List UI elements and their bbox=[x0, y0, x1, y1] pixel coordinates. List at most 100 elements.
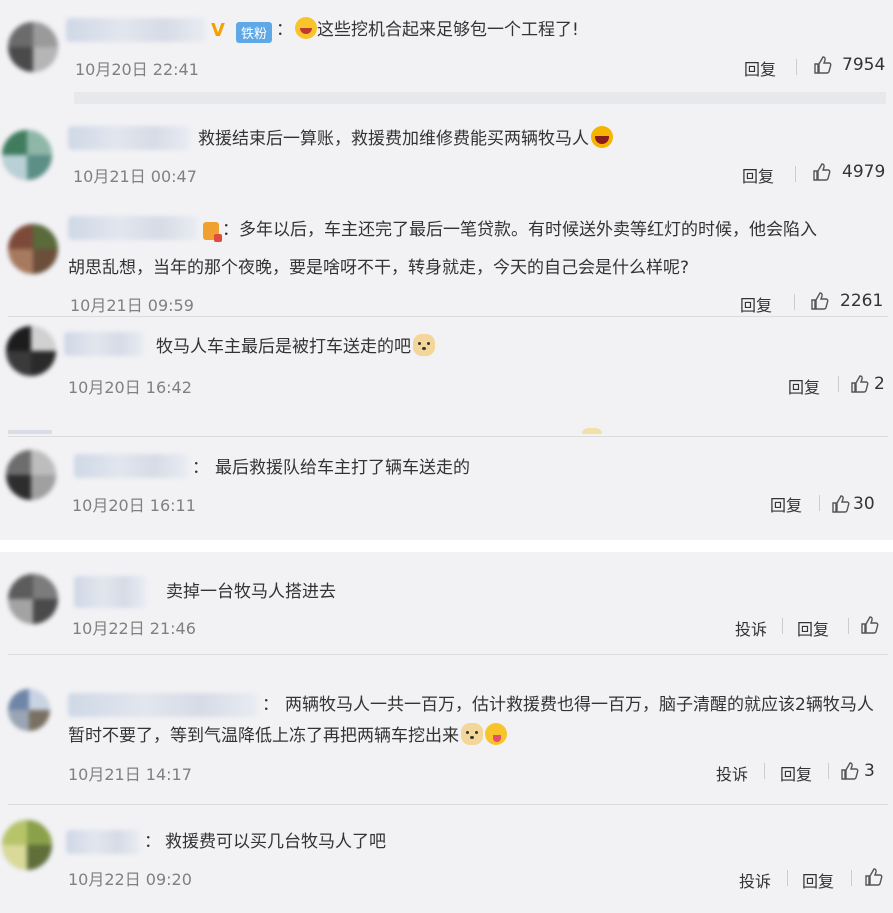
reply-button[interactable]: 回复 bbox=[770, 492, 802, 516]
comment-divider bbox=[8, 436, 888, 437]
collapsed-reply-bar bbox=[74, 92, 886, 104]
like-count: 2 bbox=[874, 374, 885, 394]
vip-badge-icon: V bbox=[211, 20, 225, 41]
comment-item: 卖掉一台牧马人搭进去 10月22日 21:46 投诉 回复 bbox=[0, 560, 893, 652]
avatar[interactable] bbox=[8, 574, 58, 624]
comment-item: ：救援费可以买几台牧马人了吧 10月22日 09:20 投诉 回复 bbox=[0, 808, 893, 913]
divider bbox=[794, 294, 795, 310]
comment-item: ：多年以后，车主还完了最后一笔贷款。有时候送外卖等红灯的时候，他会陷入 胡思乱想… bbox=[0, 200, 893, 315]
comment-timestamp: 10月22日 09:20 bbox=[68, 870, 192, 889]
divider bbox=[838, 376, 839, 392]
comment-text: 牧马人车主最后是被打车送走的吧 bbox=[156, 331, 435, 363]
comment-item: 救援结束后一算账，救援费加维修费能买两辆牧马人 10月21日 00:47 回复 … bbox=[0, 110, 893, 200]
thumbs-up-icon[interactable] bbox=[812, 162, 832, 182]
divider bbox=[795, 166, 796, 182]
reply-button[interactable]: 回复 bbox=[744, 56, 776, 80]
reply-button[interactable]: 回复 bbox=[740, 292, 772, 316]
username[interactable] bbox=[68, 693, 258, 717]
username[interactable] bbox=[66, 18, 206, 42]
comment-prefix: ： bbox=[262, 695, 279, 715]
avatar[interactable] bbox=[8, 689, 50, 731]
comment-text-line2: 暂时不要了，等到气温降低上冻了再把两辆车挖出来 bbox=[68, 720, 507, 752]
comment-body: 救援费可以买几台牧马人了吧 bbox=[165, 832, 386, 852]
thumbs-up-icon[interactable] bbox=[850, 374, 870, 394]
thumbs-up-icon[interactable] bbox=[813, 55, 833, 75]
comment-body: 救援结束后一算账，救援费加维修费能买两辆牧马人 bbox=[198, 129, 589, 149]
laugh-emoji-icon bbox=[295, 17, 317, 39]
comment-text-line2: 胡思乱想，当年的那个夜晚，要是啥呀不干，转身就走，今天的自己会是什么样呢? bbox=[68, 258, 690, 278]
comment-item: ： 最后救援队给车主打了辆车送走的 10月20日 16:11 回复 30 bbox=[0, 440, 893, 540]
avatar[interactable] bbox=[2, 130, 52, 180]
comment-timestamp: 10月21日 14:17 bbox=[68, 765, 192, 784]
username[interactable] bbox=[68, 126, 190, 150]
username[interactable] bbox=[66, 830, 140, 854]
avatar[interactable] bbox=[6, 450, 56, 500]
comment-body-line1: 多年以后，车主还完了最后一笔贷款。有时候送外卖等红灯的时候，他会陷入 bbox=[239, 220, 817, 240]
partially-hidden-row bbox=[8, 430, 52, 434]
comment-timestamp: 10月20日 22:41 bbox=[75, 60, 199, 79]
comment-divider bbox=[8, 654, 888, 655]
thumbs-up-icon[interactable] bbox=[864, 867, 884, 887]
comment-timestamp: 10月20日 16:11 bbox=[72, 496, 196, 515]
divider bbox=[819, 495, 820, 511]
avatar[interactable] bbox=[8, 22, 58, 72]
reply-button[interactable]: 回复 bbox=[788, 374, 820, 398]
like-count: 2261 bbox=[840, 291, 884, 311]
report-button[interactable]: 投诉 bbox=[716, 761, 748, 785]
like-count: 4979 bbox=[842, 162, 886, 182]
reply-button[interactable]: 回复 bbox=[802, 868, 834, 892]
partially-hidden-row bbox=[582, 428, 602, 434]
divider bbox=[828, 763, 829, 779]
comment-body-line1: 两辆牧马人一共一百万，估计救援费也得一百万，脑子清醒的就应该2辆牧马人 bbox=[285, 695, 874, 715]
report-button[interactable]: 投诉 bbox=[735, 616, 767, 640]
yum-emoji-icon bbox=[485, 723, 507, 745]
comment-timestamp: 10月20日 16:42 bbox=[68, 378, 192, 397]
comment-divider bbox=[8, 804, 888, 805]
like-count: 3 bbox=[864, 761, 875, 781]
comment-timestamp: 10月21日 00:47 bbox=[73, 167, 197, 186]
divider bbox=[764, 763, 765, 779]
username[interactable] bbox=[68, 216, 198, 240]
comment-text: 救援结束后一算账，救援费加维修费能买两辆牧马人 bbox=[198, 123, 613, 155]
comment-prefix: ： bbox=[192, 458, 209, 478]
comment-text: ： 这些挖机合起来足够包一个工程了! bbox=[276, 14, 579, 46]
comment-item: V 铁粉 ： 这些挖机合起来足够包一个工程了! 10月20日 22:41 回复 7… bbox=[0, 0, 893, 110]
avatar[interactable] bbox=[6, 326, 56, 376]
username[interactable] bbox=[74, 454, 188, 478]
fan-badge: 铁粉 bbox=[236, 22, 273, 43]
divider bbox=[787, 870, 788, 886]
comment-timestamp: 10月21日 09:59 bbox=[70, 296, 194, 315]
comment-body-line2: 暂时不要了，等到气温降低上冻了再把两辆车挖出来 bbox=[68, 726, 459, 746]
comment-divider bbox=[8, 316, 888, 317]
divider bbox=[796, 59, 797, 75]
username[interactable] bbox=[64, 332, 144, 356]
comment-body: 最后救援队给车主打了辆车送走的 bbox=[215, 458, 470, 478]
like-count: 7954 bbox=[842, 55, 886, 75]
thumbs-up-icon[interactable] bbox=[840, 761, 860, 781]
grin-emoji-icon bbox=[591, 126, 613, 148]
reply-button[interactable]: 回复 bbox=[780, 761, 812, 785]
comment-body: 这些挖机合起来足够包一个工程了! bbox=[317, 20, 579, 40]
avatar[interactable] bbox=[8, 224, 58, 274]
thumbs-up-icon[interactable] bbox=[810, 291, 830, 311]
divider bbox=[848, 618, 849, 634]
reply-button[interactable]: 回复 bbox=[742, 163, 774, 187]
comment-prefix: ： bbox=[222, 220, 239, 240]
avatar[interactable] bbox=[2, 820, 52, 870]
section-gap bbox=[0, 540, 893, 552]
divider bbox=[782, 618, 783, 634]
medal-badge-icon bbox=[203, 222, 222, 242]
report-button[interactable]: 投诉 bbox=[739, 868, 771, 892]
comment-body: 牧马人车主最后是被打车送走的吧 bbox=[156, 337, 411, 357]
thumbs-up-icon[interactable] bbox=[831, 494, 851, 514]
comment-text: 卖掉一台牧马人搭进去 bbox=[166, 582, 336, 602]
comment-item: 牧马人车主最后是被打车送走的吧 10月20日 16:42 回复 2 bbox=[0, 318, 893, 418]
reply-button[interactable]: 回复 bbox=[797, 616, 829, 640]
comment-text: ：救援费可以买几台牧马人了吧 bbox=[144, 826, 386, 858]
username[interactable] bbox=[74, 576, 146, 608]
comment-item: ： 两辆牧马人一共一百万，估计救援费也得一百万，脑子清醒的就应该2辆牧马人 暂时不… bbox=[0, 675, 893, 795]
comment-text: ： 两辆牧马人一共一百万，估计救援费也得一百万，脑子清醒的就应该2辆牧马人 bbox=[262, 689, 874, 721]
thumbs-up-icon[interactable] bbox=[860, 615, 880, 635]
comment-text: ： 最后救援队给车主打了辆车送走的 bbox=[192, 452, 470, 484]
doge-emoji-icon bbox=[461, 723, 483, 745]
